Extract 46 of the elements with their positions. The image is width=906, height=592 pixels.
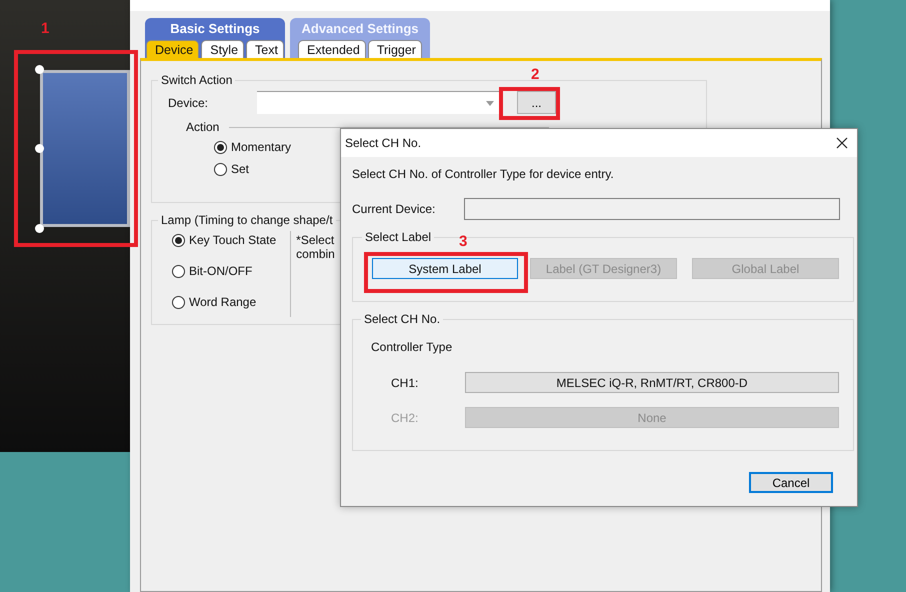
label-type-button[interactable]: System Label <box>372 258 518 279</box>
channel-label: CH1: <box>390 376 420 390</box>
tab[interactable]: Device <box>146 40 200 58</box>
radio-label: Key Touch State <box>189 233 276 247</box>
radio-label: Word Range <box>189 295 256 309</box>
step-number: 1 <box>41 20 50 37</box>
step-number: 2 <box>531 66 540 83</box>
radio-button[interactable] <box>214 140 227 154</box>
device-combo[interactable] <box>257 91 499 114</box>
radio-button[interactable] <box>172 264 185 278</box>
group-title: Lamp (Timing to change shape/t <box>160 213 334 227</box>
channel-button[interactable]: MELSEC iQ-R, RnMT/RT, CR800-D <box>465 372 839 393</box>
field-label: Current Device: <box>352 202 436 216</box>
section-label: Action <box>186 120 220 134</box>
tab[interactable]: Trigger <box>368 40 422 58</box>
close-icon[interactable] <box>836 137 848 149</box>
tab-group[interactable]: Basic Settings Device Style Text <box>145 18 285 58</box>
dialog-description: Select CH No. of Controller Type for device entry. <box>352 167 615 181</box>
dropdown-arrow-icon <box>486 100 494 106</box>
switch-shape[interactable] <box>40 70 130 227</box>
current-device-field[interactable] <box>464 198 840 220</box>
radio-button[interactable] <box>172 234 185 246</box>
tab[interactable]: Extended <box>298 40 366 58</box>
highlight-frame <box>499 87 560 120</box>
channel-label: CH2: <box>390 410 420 424</box>
note-text: combin <box>296 247 335 261</box>
step-number: 3 <box>459 233 468 250</box>
field-label: Device: <box>168 96 208 110</box>
group-title: Select Label <box>364 230 432 244</box>
radio-label: Momentary <box>231 140 292 154</box>
tab[interactable]: Style <box>201 40 244 58</box>
radio-button[interactable] <box>214 162 227 176</box>
section-label: Controller Type <box>371 340 454 354</box>
tab-group-label: Basic Settings <box>170 20 260 38</box>
group-title: Switch Action <box>160 73 234 87</box>
radio-label: Set <box>231 162 250 176</box>
radio-button[interactable] <box>172 296 185 308</box>
cancel-button[interactable]: Cancel <box>749 472 833 493</box>
dialog-title: Select CH No. <box>345 136 422 150</box>
browse-button[interactable]: ... <box>517 91 556 114</box>
tab-group[interactable]: Advanced Settings Extended Trigger <box>290 18 430 58</box>
tab-group-label: Advanced Settings <box>301 20 419 38</box>
tab[interactable]: Text <box>246 40 284 58</box>
radio-label: Bit-ON/OFF <box>189 264 252 278</box>
note-text: *Select <box>296 233 335 247</box>
group-title: Select CH No. <box>363 312 442 326</box>
